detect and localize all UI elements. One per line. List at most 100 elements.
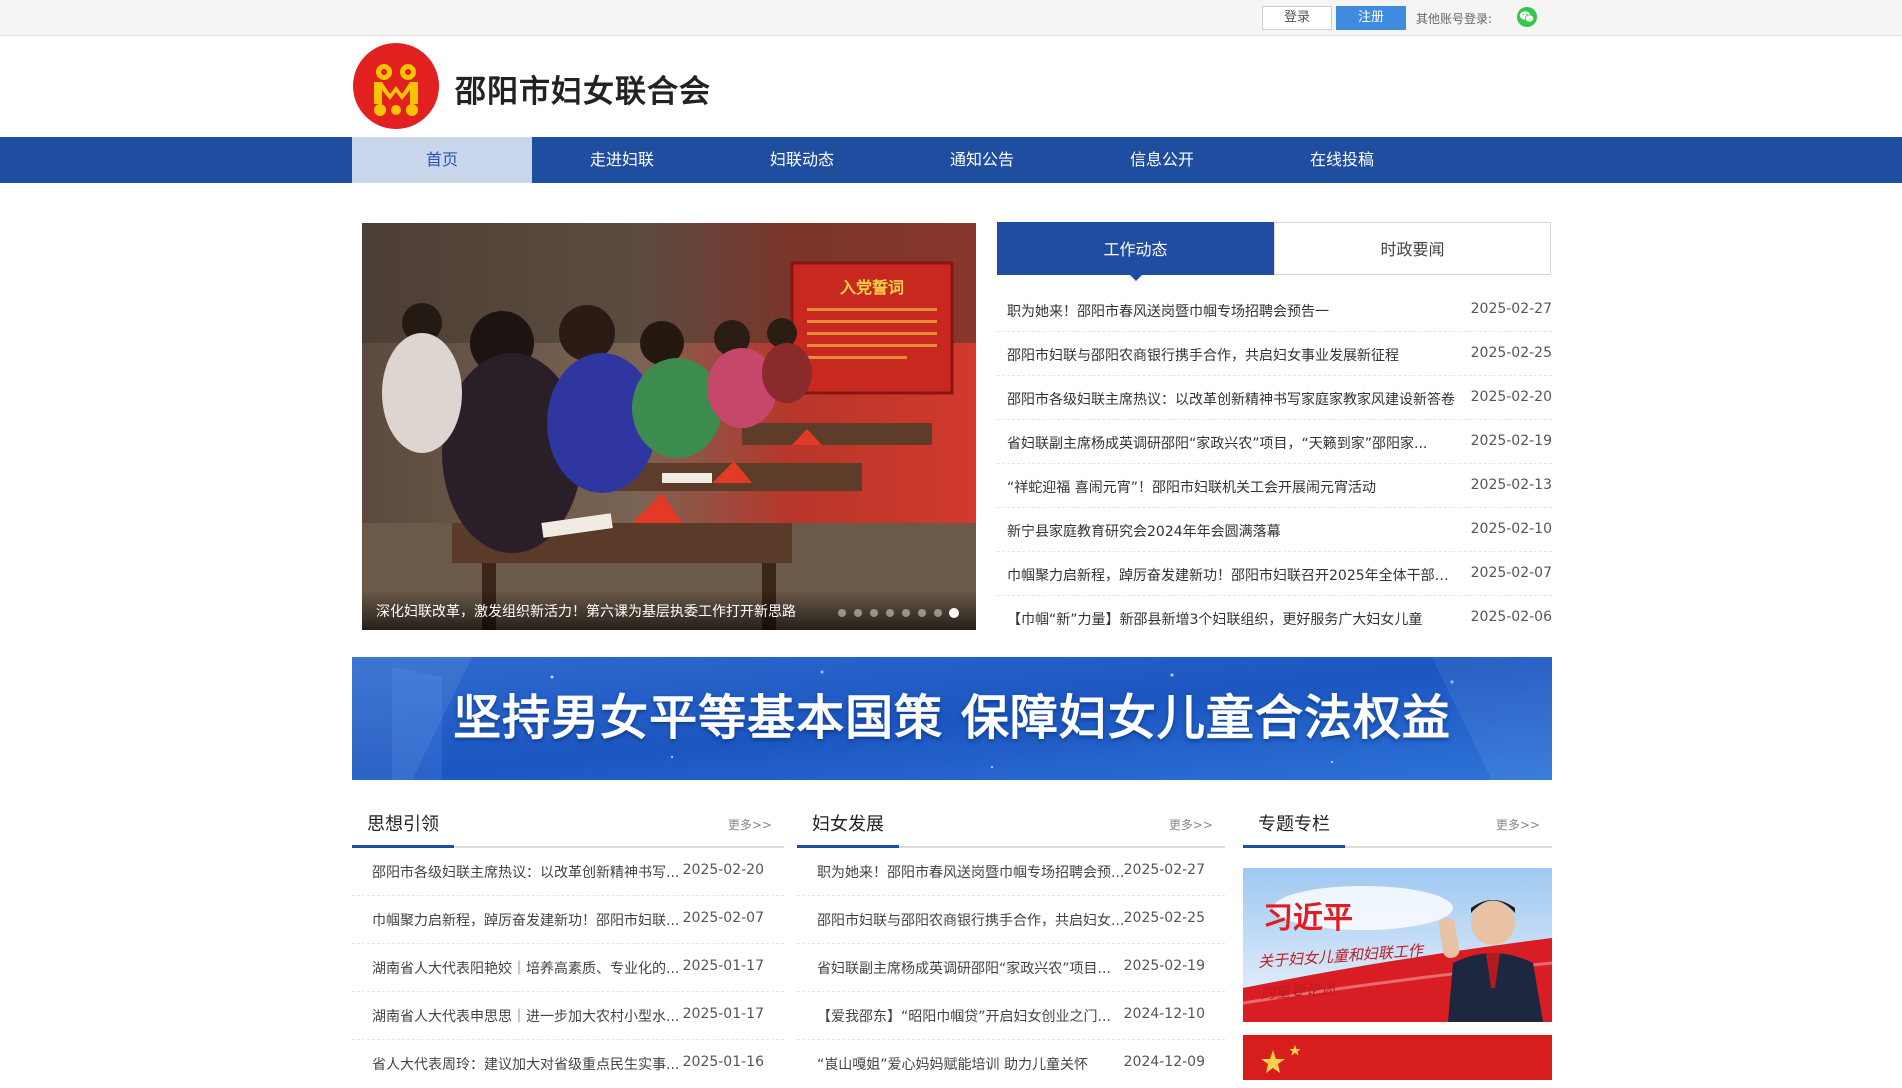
slider-photo: 入党誓词 (362, 223, 976, 630)
list-item-date: 2024-12-10 (1123, 1006, 1205, 1022)
slider-dot-5[interactable] (902, 609, 910, 617)
list-item[interactable]: 邵阳市各级妇联主席热议：以改革创新精神书写... 2025-02-20 (352, 848, 784, 896)
more-link[interactable]: 更多>> (1169, 816, 1213, 833)
nav-notices[interactable]: 通知公告 (892, 137, 1072, 183)
news-item[interactable]: 省妇联副主席杨成英调研邵阳“家政兴农”项目，“天籁到家”邵阳家... 2025-… (997, 420, 1552, 464)
news-item[interactable]: 邵阳市各级妇联主席热议：以改革创新精神书写家庭家教家风建设新答卷 2025-02… (997, 376, 1552, 420)
banner-slogan: 坚持男女平等基本国策 保障妇女儿童合法权益 (453, 690, 1451, 746)
list-item-title[interactable]: 湖南省人大代表阳艳姣｜培养高素质、专业化的... (372, 958, 682, 978)
top-bar: 登录 注册 其他账号登录: (0, 0, 1902, 36)
nav-news[interactable]: 妇联动态 (712, 137, 892, 183)
list-item[interactable]: 湖南省人大代表申思思｜进一步加大农村小型水... 2025-01-17 (352, 992, 784, 1040)
slider-dot-2[interactable] (854, 609, 862, 617)
list-item-date: 2025-02-27 (1123, 862, 1205, 878)
list-item-title[interactable]: 省人大代表周玲：建议加大对省级重点民生实事... (372, 1054, 682, 1074)
site-title[interactable]: 邵阳市妇女联合会 (455, 66, 711, 111)
list-item-date: 2025-02-19 (1123, 958, 1205, 974)
nav-about[interactable]: 走进妇联 (532, 137, 712, 183)
list-item-date: 2025-02-07 (682, 910, 764, 926)
column-header: 妇女发展 更多>> (797, 800, 1225, 848)
news-item-date: 2025-02-06 (1470, 609, 1552, 625)
news-item[interactable]: 职为她来！邵阳市春风送岗暨巾帼专场招聘会预告一 2025-02-27 (997, 288, 1552, 332)
nav-home[interactable]: 首页 (352, 137, 532, 183)
women-federation-emblem-icon[interactable] (352, 42, 440, 130)
policy-banner[interactable]: 坚持男女平等基本国策 保障妇女儿童合法权益 (352, 657, 1552, 780)
news-item-date: 2025-02-10 (1470, 521, 1552, 537)
list-item-title[interactable]: 职为她来！邵阳市春风送岗暨巾帼专场招聘会预... (817, 862, 1127, 882)
list-item-date: 2025-01-17 (682, 958, 764, 974)
login-button[interactable]: 登录 (1262, 6, 1332, 30)
feature-card-subtitle: 关于妇女儿童和妇联工作的重要论述 (1257, 941, 1424, 1003)
news-item-title[interactable]: 新宁县家庭教育研究会2024年年会圆满落幕 (1007, 521, 1457, 541)
list-item[interactable]: 省妇联副主席杨成英调研邵阳“家政兴农”项目... 2025-02-19 (797, 944, 1225, 992)
list-item-title[interactable]: 湖南省人大代表申思思｜进一步加大农村小型水... (372, 1006, 682, 1026)
list-item[interactable]: 巾帼聚力启新程，踔厉奋发建新功！邵阳市妇联... 2025-02-07 (352, 896, 784, 944)
list-item[interactable]: 省人大代表周玲：建议加大对省级重点民生实事... 2025-01-16 (352, 1040, 784, 1088)
news-item-title[interactable]: 邵阳市妇联与邵阳农商银行携手合作，共启妇女事业发展新征程 (1007, 345, 1457, 365)
list-item-title[interactable]: 邵阳市妇联与邵阳农商银行携手合作，共启妇女... (817, 910, 1127, 930)
wechat-icon[interactable] (1517, 7, 1537, 27)
main-nav: 首页 走进妇联 妇联动态 通知公告 信息公开 在线投稿 (0, 137, 1902, 183)
site-header (0, 36, 1902, 137)
list-item[interactable]: 湖南省人大代表阳艳姣｜培养高素质、专业化的... 2025-01-17 (352, 944, 784, 992)
list-item-title[interactable]: 【爱我邵东】“昭阳巾帼贷”开启妇女创业之门... (817, 1006, 1127, 1026)
news-item-date: 2025-02-13 (1470, 477, 1552, 493)
news-item-title[interactable]: 省妇联副主席杨成英调研邵阳“家政兴农”项目，“天籁到家”邵阳家... (1007, 433, 1457, 453)
more-link[interactable]: 更多>> (1496, 816, 1540, 833)
column-title[interactable]: 专题专栏 (1243, 810, 1345, 848)
list-item-date: 2024-12-09 (1123, 1054, 1205, 1070)
news-item[interactable]: 邵阳市妇联与邵阳农商银行携手合作，共启妇女事业发展新征程 2025-02-25 (997, 332, 1552, 376)
list-item[interactable]: 邵阳市妇联与邵阳农商银行携手合作，共启妇女... 2025-02-25 (797, 896, 1225, 944)
slider-dot-3[interactable] (870, 609, 878, 617)
list-item[interactable]: 【爱我邵东】“昭阳巾帼贷”开启妇女创业之门... 2024-12-10 (797, 992, 1225, 1040)
column-women-development: 妇女发展 更多>> 职为她来！邵阳市春风送岗暨巾帼专场招聘会预... 2025-… (797, 800, 1225, 1080)
nav-submission[interactable]: 在线投稿 (1252, 137, 1432, 183)
slider-dot-4[interactable] (886, 609, 894, 617)
more-link[interactable]: 更多>> (728, 816, 772, 833)
news-item-title[interactable]: 邵阳市各级妇联主席热议：以改革创新精神书写家庭家教家风建设新答卷 (1007, 389, 1457, 409)
tab-political-news[interactable]: 时政要闻 (1274, 222, 1551, 275)
photo-slider[interactable]: 入党誓词 深化妇联改革，激发组织新活力！第六课为基层执委工作打开新思路 (362, 223, 976, 630)
news-item[interactable]: “祥蛇迎福 喜闹元宵”！邵阳市妇联机关工会开展闹元宵活动 2025-02-13 (997, 464, 1552, 508)
news-item-date: 2025-02-19 (1470, 433, 1552, 449)
other-login-label: 其他账号登录: (1416, 12, 1493, 26)
news-item-title[interactable]: 【巾帼“新”力量】新邵县新增3个妇联组织，更好服务广大妇女儿童 (1007, 609, 1457, 629)
list-item-date: 2025-02-25 (1123, 910, 1205, 926)
register-button[interactable]: 注册 (1336, 6, 1406, 30)
list-item[interactable]: “崀山嘎姐”爱心妈妈赋能培训 助力儿童关怀 2024-12-09 (797, 1040, 1225, 1088)
feature-topic-card-2[interactable] (1243, 1035, 1552, 1080)
list-item-title[interactable]: 巾帼聚力启新程，踔厉奋发建新功！邵阳市妇联... (372, 910, 682, 930)
list-item-title[interactable]: 邵阳市各级妇联主席热议：以改革创新精神书写... (372, 862, 682, 882)
slider-caption[interactable]: 深化妇联改革，激发组织新活力！第六课为基层执委工作打开新思路 (376, 601, 796, 621)
nav-info-disclosure[interactable]: 信息公开 (1072, 137, 1252, 183)
slider-dot-8[interactable] (949, 608, 959, 618)
tab-work-news[interactable]: 工作动态 (997, 222, 1274, 275)
news-item[interactable]: 新宁县家庭教育研究会2024年年会圆满落幕 2025-02-10 (997, 508, 1552, 552)
feature-card-title: 习近平 (1263, 901, 1353, 936)
feature-card-2-background (1243, 1035, 1552, 1080)
pledge-sign-text: 入党誓词 (840, 278, 904, 297)
active-tab-indicator (1130, 275, 1142, 281)
slider-dot-1[interactable] (838, 609, 846, 617)
list-item-date: 2025-02-20 (682, 862, 764, 878)
news-item[interactable]: 【巾帼“新”力量】新邵县新增3个妇联组织，更好服务广大妇女儿童 2025-02-… (997, 596, 1552, 640)
list-item[interactable]: 职为她来！邵阳市春风送岗暨巾帼专场招聘会预... 2025-02-27 (797, 848, 1225, 896)
news-item-date: 2025-02-25 (1470, 345, 1552, 361)
list-item-title[interactable]: “崀山嘎姐”爱心妈妈赋能培训 助力儿童关怀 (817, 1054, 1127, 1074)
column-ideology: 思想引领 更多>> 邵阳市各级妇联主席热议：以改革创新精神书写... 2025-… (352, 800, 784, 1080)
column-title[interactable]: 思想引领 (352, 810, 454, 848)
news-item-title[interactable]: 巾帼聚力启新程，踔厉奋发建新功！邵阳市妇联召开2025年全体干部职... (1007, 565, 1457, 585)
list-item-date: 2025-01-16 (682, 1054, 764, 1070)
news-item-date: 2025-02-27 (1470, 301, 1552, 317)
column-title[interactable]: 妇女发展 (797, 810, 899, 848)
news-item-title[interactable]: “祥蛇迎福 喜闹元宵”！邵阳市妇联机关工会开展闹元宵活动 (1007, 477, 1457, 497)
feature-topic-card[interactable]: 习近平 关于妇女儿童和妇联工作的重要论述 (1243, 868, 1552, 1022)
news-item-title[interactable]: 职为她来！邵阳市春风送岗暨巾帼专场招聘会预告一 (1007, 301, 1457, 321)
list-item-title[interactable]: 省妇联副主席杨成英调研邵阳“家政兴农”项目... (817, 958, 1127, 978)
column-header: 思想引领 更多>> (352, 800, 784, 848)
slider-dot-6[interactable] (918, 609, 926, 617)
news-item-date: 2025-02-20 (1470, 389, 1552, 405)
news-item[interactable]: 巾帼聚力启新程，踔厉奋发建新功！邵阳市妇联召开2025年全体干部职... 202… (997, 552, 1552, 596)
slider-dot-7[interactable] (934, 609, 942, 617)
news-item-date: 2025-02-07 (1470, 565, 1552, 581)
